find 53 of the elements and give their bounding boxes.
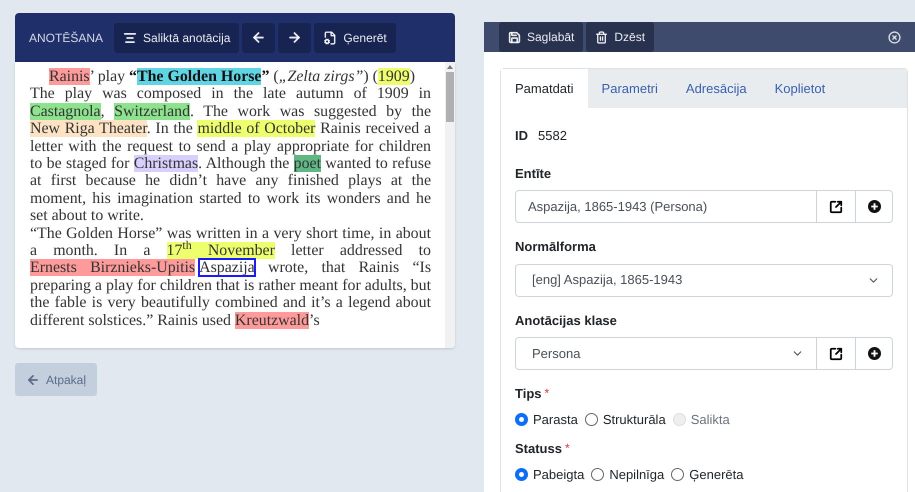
arrow-button[interactable] bbox=[278, 22, 312, 52]
select-field[interactable]: [eng] Aspazija, 1865-1943 bbox=[515, 264, 893, 296]
annotation-highlight[interactable]: Kreutzwald bbox=[234, 312, 310, 329]
field-label: Normālforma bbox=[515, 238, 597, 256]
arrow-left-icon bbox=[26, 372, 40, 386]
panel-title: ANOTĒŠANA bbox=[29, 30, 104, 46]
field-label: Statuss bbox=[515, 440, 562, 458]
radio-button[interactable] bbox=[515, 412, 528, 426]
radio-option[interactable]: Pabeigta bbox=[515, 464, 584, 484]
id-label: ID bbox=[515, 127, 528, 145]
annotation-highlight[interactable]: Aspazija bbox=[199, 259, 255, 276]
radio-button[interactable] bbox=[671, 468, 684, 481]
id-value: 5582 bbox=[538, 127, 567, 145]
annotation-highlight[interactable]: New Riga Theater bbox=[30, 120, 147, 138]
annotation-highlight[interactable]: Rainis bbox=[49, 68, 90, 85]
toolbar-button[interactable]: Ģenerēt bbox=[314, 22, 396, 52]
save-button[interactable]: Saglabāt bbox=[499, 22, 584, 52]
close-icon[interactable] bbox=[888, 30, 901, 44]
radio-button[interactable] bbox=[515, 468, 528, 481]
field-label: Anotācijas klase bbox=[515, 312, 618, 330]
paragraph-text: “The Golden Horse” was written in a very short time, in about a month. In a 17$^{th}$ November letter addressed to Ernests Birznieks-Upitis Aspazija wrote, that Rainis “Is preparing a play for children that is rather meant for adults, but the fable is very beautifully combined and it’s a legend about different solstices.” Rainis used Kreutzwald’s bbox=[30, 224, 431, 330]
toolbar-button[interactable]: Saliktā anotācija bbox=[114, 22, 240, 52]
radio-option[interactable]: Nepilnīga bbox=[591, 464, 664, 484]
trash-icon bbox=[595, 30, 608, 44]
scroll-up-icon[interactable] bbox=[447, 65, 453, 69]
arrow-right-icon bbox=[287, 30, 302, 45]
annotation-highlight[interactable]: Switzerland bbox=[114, 102, 190, 120]
scrollbar-thumb[interactable] bbox=[446, 72, 454, 122]
save-icon bbox=[508, 30, 521, 44]
field-label: Entīte bbox=[515, 164, 552, 182]
annotation-highlight[interactable]: The Golden Horse bbox=[137, 68, 262, 85]
annotation-highlight[interactable]: Christmas bbox=[134, 155, 198, 172]
annotation-highlight[interactable]: Ernests Birznieks-Upitis bbox=[30, 259, 196, 276]
required-mark: * bbox=[564, 440, 570, 457]
paragraph-text: Rainis’ play “The Golden Horse” („Zelta zirgs”) (1909) bbox=[48, 68, 416, 86]
tab[interactable]: Pamatdati bbox=[501, 69, 588, 108]
annotation-highlight[interactable]: 17$^{th}$ November bbox=[166, 242, 275, 260]
annotation-highlight[interactable]: 1909 bbox=[378, 68, 410, 85]
arrow-button[interactable] bbox=[242, 22, 276, 52]
annotation-highlight[interactable]: Castagnola bbox=[30, 102, 101, 120]
tab[interactable]: Adresācija bbox=[672, 69, 761, 108]
radio-option[interactable]: Parasta bbox=[515, 410, 578, 429]
delete-button[interactable]: Dzēst bbox=[586, 22, 654, 52]
radio-button[interactable] bbox=[584, 412, 598, 426]
tab[interactable]: Parametri bbox=[588, 69, 672, 108]
field-label: Tips bbox=[515, 385, 542, 403]
required-mark: * bbox=[544, 385, 550, 402]
radio-button[interactable] bbox=[591, 468, 604, 481]
file-gear-icon bbox=[323, 30, 338, 44]
radio-option[interactable]: Strukturāla bbox=[584, 410, 666, 429]
radio-option[interactable]: Ģenerēta bbox=[671, 464, 744, 484]
stacked-lines-icon bbox=[123, 30, 138, 44]
tab[interactable]: Koplietot bbox=[760, 69, 840, 108]
